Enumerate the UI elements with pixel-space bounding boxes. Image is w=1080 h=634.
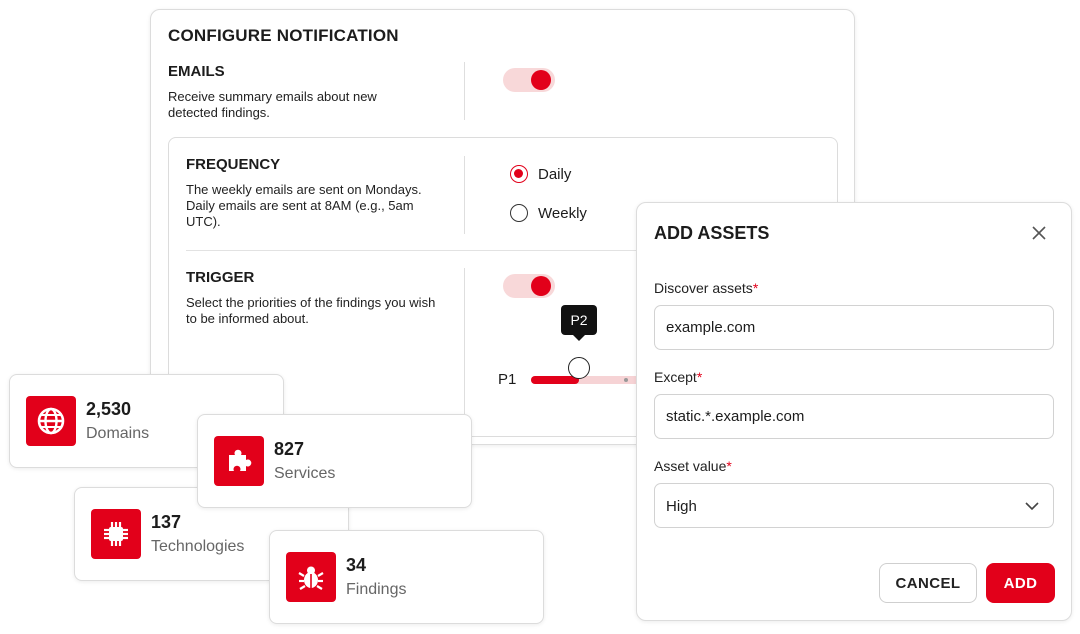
divider xyxy=(464,268,465,428)
trigger-description: Select the priorities of the findings yo… xyxy=(186,295,436,326)
discover-assets-input[interactable] xyxy=(654,305,1054,350)
trigger-toggle[interactable] xyxy=(503,274,555,298)
stat-label: Technologies xyxy=(151,538,245,555)
emails-toggle[interactable] xyxy=(503,68,555,92)
slider-thumb[interactable] xyxy=(568,357,590,379)
chip-icon xyxy=(91,509,141,559)
stat-value: 2,530 xyxy=(86,399,132,419)
except-input[interactable] xyxy=(654,394,1054,439)
stat-card-services: 827 Services xyxy=(197,414,472,508)
frequency-title: FREQUENCY xyxy=(186,156,281,173)
globe-icon xyxy=(26,396,76,446)
asset-value-select[interactable]: High xyxy=(654,483,1054,528)
selected-value: High xyxy=(666,498,697,515)
trigger-title: TRIGGER xyxy=(186,269,255,286)
stat-value: 827 xyxy=(274,439,305,459)
stat-card-findings: 34 Findings xyxy=(269,530,544,624)
toggle-knob xyxy=(531,70,551,90)
add-assets-modal: ADD ASSETS Discover assets* Except* Asse… xyxy=(636,202,1072,621)
cancel-button[interactable]: CANCEL xyxy=(879,563,977,603)
panel-title: CONFIGURE NOTIFICATION xyxy=(168,26,399,45)
frequency-description: The weekly emails are sent on Mondays. D… xyxy=(186,182,422,229)
stat-label: Domains xyxy=(86,425,150,442)
priority-tooltip: P2 xyxy=(561,305,597,341)
close-icon[interactable] xyxy=(1029,223,1049,243)
toggle-knob xyxy=(531,276,551,296)
slider-tick xyxy=(624,378,628,382)
slider-fill xyxy=(531,376,579,384)
chevron-down-icon xyxy=(1025,502,1039,511)
puzzle-icon xyxy=(214,436,264,486)
emails-title: EMAILS xyxy=(168,63,225,80)
discover-assets-label: Discover assets* xyxy=(654,280,759,296)
radio-label: Weekly xyxy=(538,204,587,222)
stat-value: 137 xyxy=(151,512,182,532)
modal-title: ADD ASSETS xyxy=(654,223,770,243)
radio-daily[interactable]: Daily xyxy=(510,165,571,183)
add-button[interactable]: ADD xyxy=(986,563,1055,603)
radio-circle xyxy=(510,165,528,183)
slider-min-label: P1 xyxy=(498,371,517,388)
divider xyxy=(464,156,465,234)
radio-circle xyxy=(510,204,528,222)
bug-icon xyxy=(286,552,336,602)
radio-weekly[interactable]: Weekly xyxy=(510,204,587,222)
stat-label: Findings xyxy=(346,581,407,598)
stat-value: 34 xyxy=(346,555,367,575)
emails-description: Receive summary emails about new detecte… xyxy=(168,89,377,120)
asset-value-label: Asset value* xyxy=(654,458,732,474)
radio-label: Daily xyxy=(538,165,572,183)
stat-label: Services xyxy=(274,465,336,482)
divider xyxy=(464,62,465,120)
except-label: Except* xyxy=(654,369,703,385)
